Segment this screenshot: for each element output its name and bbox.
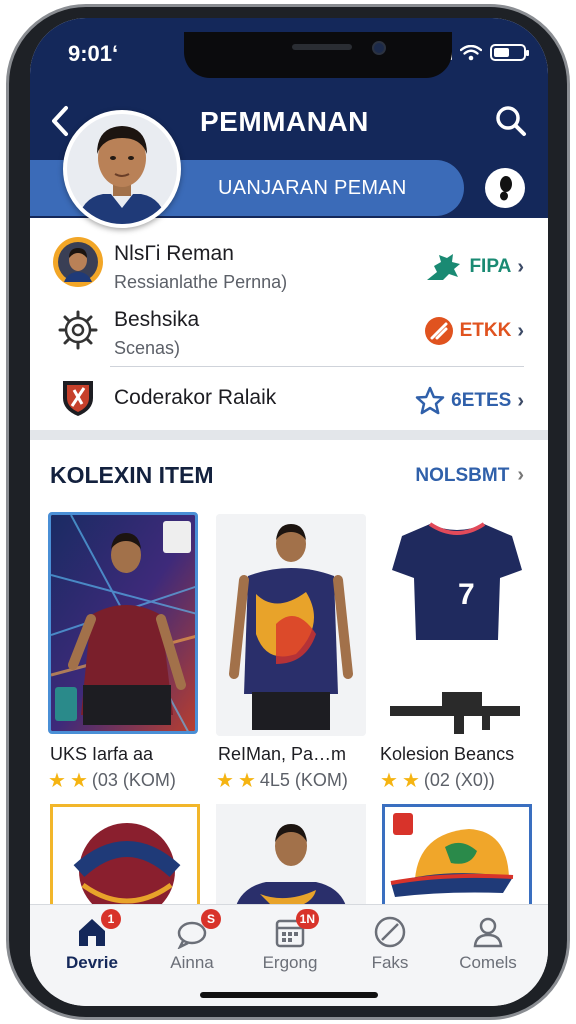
avatar[interactable] bbox=[63, 110, 181, 228]
item-rating: ★ ★ 4L5 (KOM) bbox=[216, 768, 348, 793]
section-title: KOLEXIN ITEM bbox=[50, 462, 214, 488]
tab-label: Comels bbox=[459, 953, 517, 972]
item-rating: ★ ★ (03 (KOM) bbox=[48, 768, 176, 793]
row-title: Coderakor Ralaik bbox=[114, 386, 277, 409]
row-subtitle: Scenas) bbox=[114, 338, 181, 358]
item-name: ReIMan, Pa…m bbox=[218, 744, 347, 764]
item-card-player-2[interactable] bbox=[216, 804, 366, 914]
notification-badge: 1 bbox=[101, 909, 121, 929]
star-icon: ★ bbox=[216, 770, 234, 792]
notification-badge: 1N bbox=[295, 909, 319, 929]
tab-faks[interactable]: Faks bbox=[340, 915, 440, 973]
notch bbox=[184, 32, 452, 78]
row-subtitle: Ressianlathe Pernna) bbox=[114, 272, 288, 292]
wifi-icon bbox=[460, 44, 482, 60]
rating-text: 4L5 (KOM) bbox=[259, 770, 348, 790]
fipa-label: FIPA bbox=[469, 256, 512, 277]
search-button[interactable] bbox=[494, 104, 528, 138]
etkk-link[interactable]: ETKK › bbox=[424, 316, 524, 346]
star-icon: ★ bbox=[48, 770, 66, 792]
chevron-right-icon: › bbox=[517, 464, 524, 486]
item-card-kit[interactable] bbox=[216, 514, 366, 736]
tab-label: Faks bbox=[371, 953, 409, 972]
rating-text: (03 (KOM) bbox=[91, 770, 176, 790]
item-rating: ★ ★ (02 (X0)) bbox=[380, 768, 495, 793]
tab-devrie[interactable]: 1 Devrie bbox=[42, 909, 142, 973]
tab-comels[interactable]: Comels bbox=[438, 915, 538, 973]
item-name: Kolesion Beancs bbox=[380, 744, 515, 764]
star-icon: ★ bbox=[237, 770, 256, 792]
footprint-button[interactable] bbox=[485, 168, 525, 208]
home-indicator[interactable] bbox=[200, 992, 378, 998]
battery-icon bbox=[490, 44, 529, 61]
gear-icon bbox=[58, 310, 98, 350]
tab-label: Ergong bbox=[262, 953, 318, 972]
player-kit-image bbox=[216, 514, 366, 736]
player-card-image bbox=[51, 515, 195, 731]
fipa-logo-icon bbox=[427, 254, 461, 280]
tab-bar: 1 Devrie S Ainna 1N Ergong Faks Comels bbox=[30, 904, 548, 1006]
etkk-logo-icon bbox=[424, 317, 453, 345]
tab-ergong[interactable]: 1N Ergong bbox=[240, 909, 340, 973]
chevron-right-icon: › bbox=[517, 319, 524, 342]
compass-icon bbox=[373, 915, 407, 949]
status-time: 9:01‘ bbox=[68, 41, 119, 66]
footprint-icon bbox=[500, 176, 512, 201]
tab-ainna[interactable]: S Ainna bbox=[142, 909, 242, 973]
chevron-right-icon: › bbox=[517, 389, 524, 412]
notification-badge: S bbox=[201, 909, 221, 929]
chat-icon: S bbox=[175, 909, 221, 950]
pill-label: UANJARAN PEMAN bbox=[218, 177, 407, 199]
star-icon: ★ bbox=[380, 770, 398, 792]
ball-image bbox=[73, 823, 181, 914]
item-card-cap[interactable] bbox=[382, 804, 532, 914]
item-card-jersey[interactable]: 7 bbox=[382, 514, 532, 736]
player-portrait-image bbox=[216, 804, 366, 914]
screen: 9:01‘ PEMMANAN UANJARAN PEMAN NlsГi Rema… bbox=[30, 18, 548, 1006]
calendar-icon: 1N bbox=[273, 909, 319, 949]
cap-image bbox=[390, 813, 514, 897]
row-title: Beshsika bbox=[114, 308, 200, 331]
chevron-right-icon: › bbox=[517, 255, 524, 278]
front-camera bbox=[372, 41, 386, 55]
see-all-label: NOLSBMT bbox=[415, 464, 510, 486]
item-card-player[interactable] bbox=[48, 512, 198, 734]
page-title: PEMMANAN bbox=[200, 106, 369, 137]
home-icon: 1 bbox=[75, 909, 121, 949]
player-portrait bbox=[67, 114, 177, 224]
see-all-link[interactable]: NOLSBMT › bbox=[415, 464, 524, 487]
6etes-link[interactable]: 6ETES › bbox=[415, 386, 524, 416]
rating-text: (02 (X0)) bbox=[423, 770, 495, 790]
fipa-link[interactable]: FIPA › bbox=[425, 252, 524, 282]
row-title: NlsГi Reman bbox=[114, 242, 234, 265]
player-badge-icon bbox=[53, 237, 103, 287]
section-separator bbox=[30, 430, 548, 440]
row-divider bbox=[110, 366, 524, 367]
speaker bbox=[292, 44, 352, 50]
etkk-label: ETKK bbox=[459, 320, 512, 341]
item-card-ball[interactable] bbox=[50, 804, 200, 914]
svg-text:7: 7 bbox=[458, 578, 475, 611]
star-icon: ★ bbox=[401, 770, 420, 792]
tab-label: Ainna bbox=[170, 953, 214, 972]
user-icon bbox=[471, 915, 505, 949]
6etes-label: 6ETES bbox=[451, 390, 512, 411]
back-button[interactable] bbox=[46, 104, 76, 138]
star-outline-icon bbox=[415, 386, 445, 415]
tab-label: Devrie bbox=[66, 953, 118, 972]
jersey-and-rifle-image: 7 bbox=[382, 514, 532, 736]
item-name: UKS Iarfa aa bbox=[50, 744, 154, 764]
club-crest-icon bbox=[63, 381, 93, 416]
star-icon: ★ bbox=[69, 770, 88, 792]
